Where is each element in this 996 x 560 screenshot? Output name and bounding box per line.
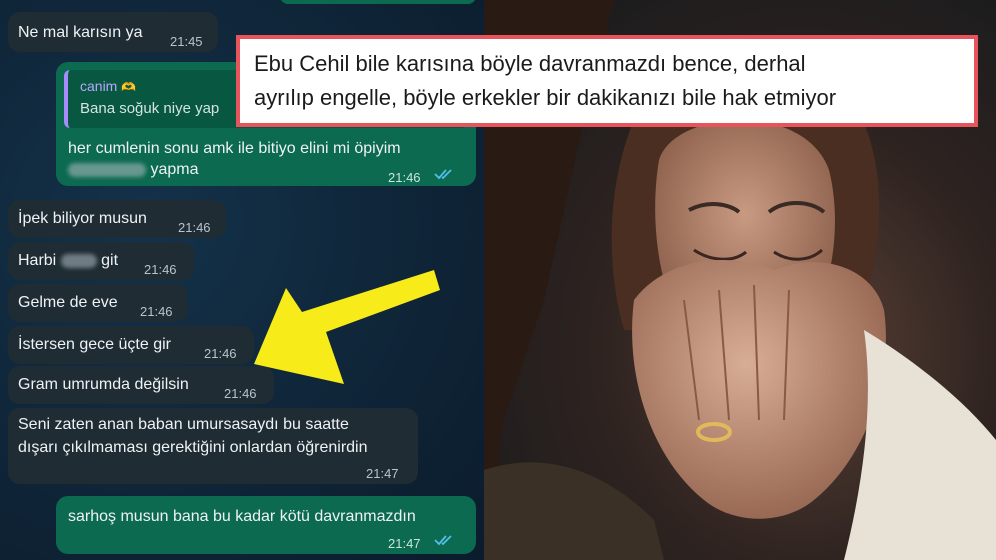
message-text-line1: her cumlenin sonu amk ile bitiyo elini m… — [68, 140, 401, 157]
redacted-blur — [60, 253, 97, 268]
message-text: İstersen gece üçte gir — [18, 336, 171, 353]
message-time: 21:46 — [388, 170, 421, 185]
message-time: 21:46 — [204, 346, 237, 361]
message-text: İpek biliyor musun — [18, 210, 147, 227]
outgoing-bubble-top-partial — [280, 0, 476, 4]
caption-line2: ayrılıp engelle, böyle erkekler bir daki… — [254, 85, 837, 110]
message-text: Harbi git — [18, 252, 119, 269]
quoted-text: Bana soğuk niye yap — [80, 100, 220, 117]
incoming-message: İstersen gece üçte gir 21:46 — [8, 326, 254, 364]
message-text-line2: yapma — [68, 159, 198, 180]
message-text: sarhoş musun bana bu kadar kötü davranma… — [68, 508, 416, 525]
message-text: Gelme de eve — [18, 294, 118, 311]
quoted-sender-name: canim 🫶 — [80, 78, 137, 94]
message-text-line2: dışarı çıkılmaması gerektiğini onlardan … — [18, 439, 368, 456]
double-check-icon — [434, 535, 452, 546]
caption-line1: Ebu Cehil bile karısına böyle davranmazd… — [254, 51, 806, 76]
message-time: 21:45 — [170, 34, 203, 49]
message-text: Gram umrumda değilsin — [18, 376, 189, 393]
incoming-message: Seni zaten anan baban umursasaydı bu saa… — [8, 408, 418, 484]
message-time: 21:47 — [366, 466, 399, 481]
redacted-blur — [68, 162, 146, 177]
double-check-icon — [434, 169, 452, 180]
message-text: Ne mal karısın ya — [18, 24, 143, 41]
incoming-message: Gelme de eve 21:46 — [8, 284, 188, 322]
incoming-message: Harbi git 21:46 — [8, 242, 194, 280]
message-time: 21:46 — [140, 304, 173, 319]
message-time: 21:47 — [388, 536, 421, 551]
incoming-message: Gram umrumda değilsin 21:46 — [8, 366, 274, 404]
message-time: 21:46 — [144, 262, 177, 277]
incoming-message: İpek biliyor musun 21:46 — [8, 200, 226, 238]
outgoing-message: sarhoş musun bana bu kadar kötü davranma… — [56, 496, 476, 554]
message-time: 21:46 — [224, 386, 257, 401]
incoming-message: Ne mal karısın ya 21:45 — [8, 12, 218, 52]
heart-hands-emoji: 🫶 — [121, 80, 137, 94]
caption-banner: Ebu Cehil bile karısına böyle davranmazd… — [236, 35, 978, 127]
message-time: 21:46 — [178, 220, 211, 235]
message-text-line1: Seni zaten anan baban umursasaydı bu saa… — [18, 416, 349, 433]
